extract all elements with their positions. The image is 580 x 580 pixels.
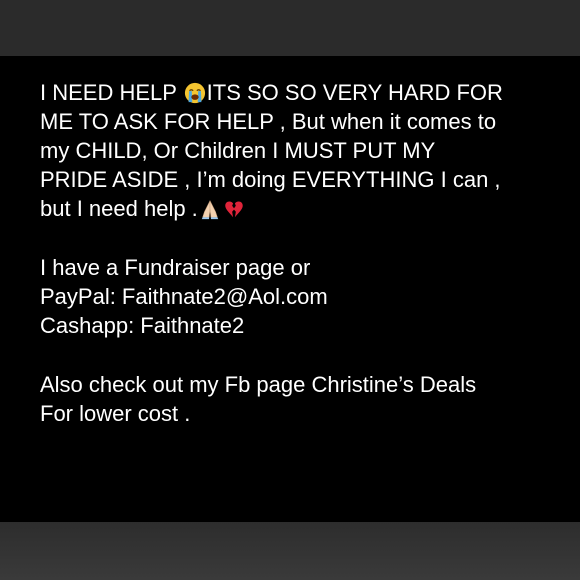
paragraph-1-line-5: but I need help . bbox=[40, 194, 570, 223]
loudly-crying-face-icon bbox=[184, 82, 205, 104]
paragraph-3-line-1: Also check out my Fb page Christine’s De… bbox=[40, 372, 477, 397]
paragraph-2-line-1: I have a Fundraiser page or bbox=[40, 255, 311, 280]
need-help-text: but I need help . bbox=[40, 196, 198, 221]
paypal-line: PayPal: Faithnate2@Aol.com bbox=[40, 284, 328, 309]
screenshot-frame: I NEED HELP ITS SO SO VERY HARD FOR ME T… bbox=[0, 0, 580, 580]
paragraph-3-line-2: For lower cost . bbox=[40, 401, 191, 426]
paragraph-1-line-3: my CHILD, Or Children I MUST PUT MY bbox=[40, 138, 436, 163]
paragraph-1-line-2: ME TO ASK FOR HELP , But when it comes t… bbox=[40, 109, 497, 134]
paragraph-1-line-4: PRIDE ASIDE , I’m doing EVERYTHING I can… bbox=[40, 167, 501, 192]
broken-heart-icon bbox=[225, 201, 243, 218]
paragraph-1-line-1: I NEED HELP ITS SO SO VERY HARD FOR bbox=[40, 78, 570, 107]
help-text: I NEED HELP bbox=[40, 80, 183, 105]
cashapp-line: Cashapp: Faithnate2 bbox=[40, 313, 245, 338]
hard-text: ITS SO SO VERY HARD FOR bbox=[206, 80, 503, 105]
post-text: I NEED HELP ITS SO SO VERY HARD FOR ME T… bbox=[40, 78, 570, 428]
folded-hands-icon bbox=[201, 200, 219, 220]
